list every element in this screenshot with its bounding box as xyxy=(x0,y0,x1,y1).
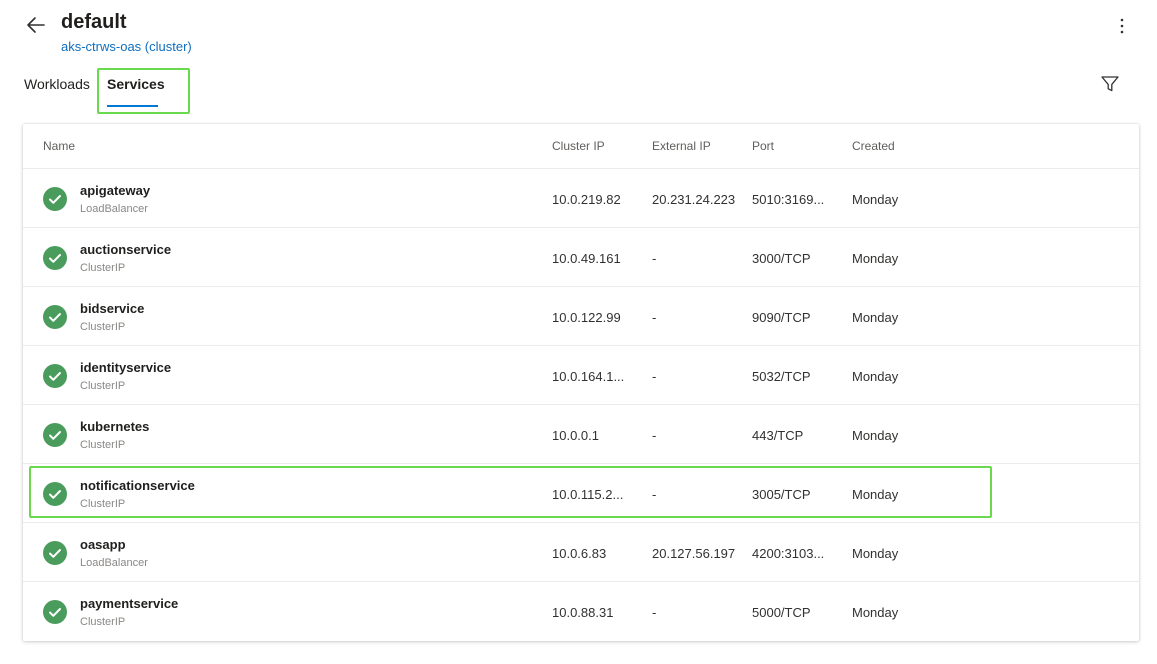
port: 3005/TCP xyxy=(752,487,811,502)
filter-icon xyxy=(1101,76,1119,92)
column-header-name[interactable]: Name xyxy=(43,139,75,153)
port: 5000/TCP xyxy=(752,605,811,620)
check-circle-icon xyxy=(43,187,67,211)
filter-button[interactable] xyxy=(1099,73,1121,95)
service-name[interactable]: apigateway xyxy=(80,183,150,198)
table-header: Name Cluster IP External IP Port Created xyxy=(23,124,1139,169)
created: Monday xyxy=(852,310,899,325)
table-row[interactable]: auctionservice ClusterIP 10.0.49.161 - 3000/… xyxy=(23,228,1139,287)
back-button[interactable] xyxy=(24,13,48,37)
external-ip: - xyxy=(652,605,657,620)
arrow-left-icon xyxy=(27,17,45,33)
port: 5010:3169... xyxy=(752,192,825,207)
port: 443/TCP xyxy=(752,428,804,443)
external-ip: - xyxy=(652,251,657,266)
external-ip: - xyxy=(652,310,657,325)
service-name[interactable]: auctionservice xyxy=(80,242,171,257)
service-name[interactable]: bidservice xyxy=(80,301,144,316)
port: 5032/TCP xyxy=(752,369,811,384)
external-ip: - xyxy=(652,428,657,443)
cluster-ip: 10.0.219.82 xyxy=(552,192,621,207)
page-title: default xyxy=(61,11,127,33)
tab-selected-indicator xyxy=(107,105,158,107)
service-type: ClusterIP xyxy=(80,498,126,510)
table-row[interactable]: oasapp LoadBalancer 10.0.6.83 20.127.56.197… xyxy=(23,523,1139,582)
external-ip: 20.231.24.223 xyxy=(652,192,736,207)
external-ip: - xyxy=(652,487,657,502)
cluster-ip: 10.0.0.1 xyxy=(552,428,599,443)
cluster-ip: 10.0.6.83 xyxy=(552,546,607,561)
created: Monday xyxy=(852,605,899,620)
check-circle-icon xyxy=(43,246,67,270)
external-ip: - xyxy=(652,369,657,384)
more-vertical-icon xyxy=(1120,18,1124,34)
service-type: ClusterIP xyxy=(80,321,126,333)
cluster-ip: 10.0.115.2... xyxy=(552,487,624,502)
check-circle-icon xyxy=(43,541,67,565)
services-table: Name Cluster IP External IP Port Created… xyxy=(23,124,1139,641)
cluster-link[interactable]: aks-ctrws-oas (cluster) xyxy=(61,39,192,54)
service-type: ClusterIP xyxy=(80,262,126,274)
column-header-external-ip[interactable]: External IP xyxy=(652,139,711,153)
port: 3000/TCP xyxy=(752,251,811,266)
service-type: LoadBalancer xyxy=(80,203,148,215)
check-circle-icon xyxy=(43,364,67,388)
cluster-ip: 10.0.164.1... xyxy=(552,369,625,384)
table-row[interactable]: kubernetes ClusterIP 10.0.0.1 - 443/TCP Monda… xyxy=(23,405,1139,464)
table-row[interactable]: notificationservice ClusterIP 10.0.115.2..… xyxy=(23,464,1139,523)
page-header: default aks-ctrws-oas (cluster) xyxy=(0,0,1157,60)
cluster-ip: 10.0.49.161 xyxy=(552,251,621,266)
table-row[interactable]: apigateway LoadBalancer 10.0.219.82 20.231.… xyxy=(23,169,1139,228)
column-header-created[interactable]: Created xyxy=(852,139,895,153)
column-header-cluster-ip[interactable]: Cluster IP xyxy=(552,139,605,153)
table-row[interactable]: bidservice ClusterIP 10.0.122.99 - 9090/TCP M… xyxy=(23,287,1139,346)
check-circle-icon xyxy=(43,305,67,329)
service-name[interactable]: notificationservice xyxy=(80,478,195,493)
created: Monday xyxy=(852,428,899,443)
port: 4200:3103... xyxy=(752,546,825,561)
created: Monday xyxy=(852,192,899,207)
table-row[interactable]: paymentservice ClusterIP 10.0.88.31 - 5000/T… xyxy=(23,582,1139,641)
column-header-port[interactable]: Port xyxy=(752,139,774,153)
tab-workloads[interactable]: Workloads xyxy=(24,76,90,92)
check-circle-icon xyxy=(43,482,67,506)
check-circle-icon xyxy=(43,423,67,447)
service-type: ClusterIP xyxy=(80,380,126,392)
check-circle-icon xyxy=(43,600,67,624)
created: Monday xyxy=(852,546,899,561)
external-ip: 20.127.56.197 xyxy=(652,546,736,561)
service-type: ClusterIP xyxy=(80,616,126,628)
more-options-button[interactable] xyxy=(1110,14,1134,38)
created: Monday xyxy=(852,251,899,266)
service-name[interactable]: paymentservice xyxy=(80,596,178,611)
cluster-ip: 10.0.88.31 xyxy=(552,605,614,620)
table-row[interactable]: identityservice ClusterIP 10.0.164.1... - 50… xyxy=(23,346,1139,405)
cluster-ip: 10.0.122.99 xyxy=(552,310,621,325)
port: 9090/TCP xyxy=(752,310,811,325)
service-type: LoadBalancer xyxy=(80,557,148,569)
service-name[interactable]: identityservice xyxy=(80,360,171,375)
service-type: ClusterIP xyxy=(80,439,126,451)
service-name[interactable]: kubernetes xyxy=(80,419,149,434)
tab-services[interactable]: Services xyxy=(107,76,165,92)
created: Monday xyxy=(852,369,899,384)
created: Monday xyxy=(852,487,899,502)
service-name[interactable]: oasapp xyxy=(80,537,126,552)
